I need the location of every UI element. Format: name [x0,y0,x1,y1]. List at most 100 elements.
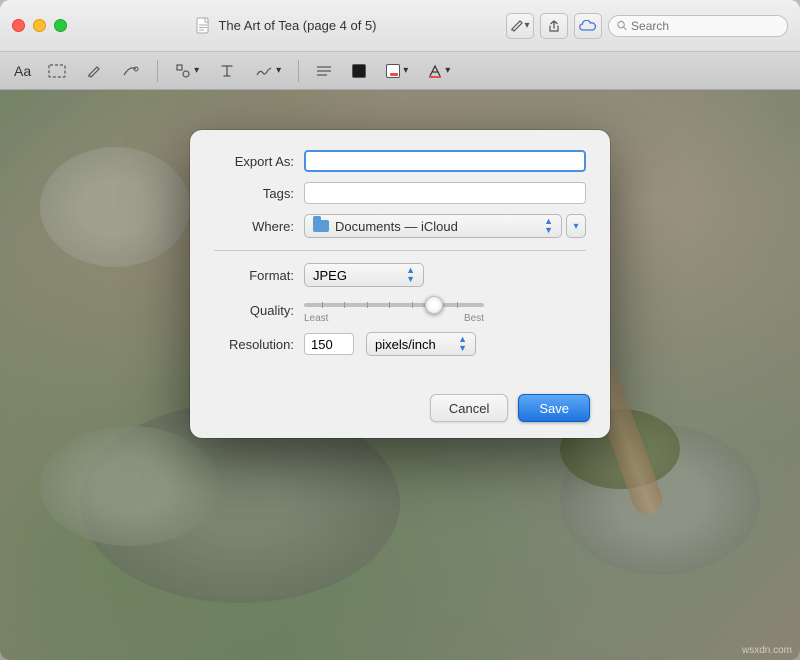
resolution-controls: pixels/inch ▲ ▼ [304,332,476,356]
sign-button[interactable]: ▾ [248,59,288,83]
tags-row: Tags: [214,182,586,204]
font-color-icon [428,63,442,79]
pixels-arrows: ▲ ▼ [458,335,467,353]
tick-7 [457,302,458,308]
format-down-arrow: ▼ [406,275,415,284]
format-row: Format: JPEG ▲ ▼ [214,263,586,287]
export-dialog: Export As: Tags: Where: [190,130,610,438]
pixels-select[interactable]: pixels/inch ▲ ▼ [366,332,476,356]
document-icon [196,17,212,35]
minimize-button[interactable] [33,19,46,32]
tick-2 [344,302,345,308]
font-color-arrow: ▾ [445,65,450,76]
shapes-button[interactable]: ▾ [168,59,206,83]
expand-arrow: ▾ [573,221,578,232]
where-arrows: ▲ ▼ [544,217,553,235]
search-input[interactable] [631,19,779,33]
tick-1 [322,302,323,308]
where-expand-button[interactable]: ▾ [566,214,586,238]
export-as-label: Export As: [214,154,304,169]
dialog-separator [214,250,586,251]
text-button[interactable] [212,59,242,83]
window-title: The Art of Tea (page 4 of 5) [218,18,376,33]
where-label: Where: [214,219,304,234]
where-select[interactable]: Documents — iCloud ▲ ▼ [304,214,562,238]
color-fill-swatch [352,64,366,78]
tick-3 [367,302,368,308]
slider-labels: Least Best [304,313,484,324]
shapes-arrow: ▾ [194,65,199,76]
dialog-body: Export As: Tags: Where: [190,130,610,382]
stroke-color-swatch [386,64,400,78]
tags-label: Tags: [214,186,304,201]
resolution-row: Resolution: pixels/inch ▲ ▼ [214,332,586,356]
resolution-input[interactable] [304,333,354,355]
toolbar-separator-2 [298,60,299,82]
selection-icon [48,63,66,79]
maximize-button[interactable] [54,19,67,32]
toolbar-separator-1 [157,60,158,82]
export-as-input[interactable] [304,150,586,172]
pixels-down-arrow: ▼ [458,344,467,353]
search-icon [617,20,627,31]
content-area: Export As: Tags: Where: [0,90,800,660]
slider-least-label: Least [304,313,328,324]
tick-5 [412,302,413,308]
save-button[interactable]: Save [518,394,590,422]
align-icon [316,64,332,78]
stroke-color-arrow: ▾ [403,65,408,76]
shapes-icon [175,63,191,79]
where-row: Where: Documents — iCloud ▲ ▼ [214,214,586,238]
align-button[interactable] [309,59,339,83]
share-button[interactable] [540,13,568,39]
quality-label: Quality: [214,303,304,318]
pen-button[interactable] [79,59,109,83]
icloud-button[interactable] [574,13,602,39]
quality-row: Quality: [214,297,586,324]
cancel-button[interactable]: Cancel [430,394,508,422]
resolution-label: Resolution: [214,337,304,352]
where-select-container: Documents — iCloud ▲ ▼ ▾ [304,214,586,238]
quality-thumb[interactable] [425,296,443,314]
down-arrow: ▼ [544,226,553,235]
folder-icon [313,220,329,232]
selection-button[interactable] [41,59,73,83]
share-icon [547,19,561,33]
stroke-color-button[interactable]: ▾ [379,59,415,83]
pencil-icon [510,19,524,33]
title-center: The Art of Tea (page 4 of 5) [67,17,506,35]
sign-arrow: ▾ [276,65,281,76]
title-bar: The Art of Tea (page 4 of 5) ▾ [0,0,800,52]
format-label: Format: [214,268,304,283]
tick-4 [389,302,390,308]
format-arrows: ▲ ▼ [406,266,415,284]
where-value: Documents — iCloud [335,219,538,234]
format-select[interactable]: JPEG ▲ ▼ [304,263,424,287]
search-bar[interactable] [608,15,788,37]
color-fill-button[interactable] [345,59,373,83]
slider-best-label: Best [464,313,484,324]
smooth-pen-icon [122,63,140,79]
icloud-icon [579,20,597,32]
tags-input[interactable] [304,182,586,204]
quality-slider-container: Least Best [304,297,586,324]
pixels-value: pixels/inch [375,337,436,352]
markup-arrow: ▾ [524,20,529,31]
smooth-pen-button[interactable] [115,59,147,83]
dialog-footer: Cancel Save [190,382,610,438]
export-as-row: Export As: [214,150,586,172]
quality-slider-track[interactable] [304,303,484,307]
font-color-button[interactable]: ▾ [421,59,457,83]
app-window: The Art of Tea (page 4 of 5) ▾ [0,0,800,660]
close-button[interactable] [12,19,25,32]
font-size-button[interactable]: Aa [10,61,35,81]
traffic-lights [12,19,67,32]
pen-icon [86,63,102,79]
second-toolbar: Aa ▾ [0,52,800,90]
text-icon [219,63,235,79]
markup-button[interactable]: ▾ [506,13,534,39]
format-value: JPEG [313,268,347,283]
modal-overlay: Export As: Tags: Where: [0,90,800,660]
toolbar-right: ▾ [506,13,788,39]
signature-icon [255,63,273,79]
